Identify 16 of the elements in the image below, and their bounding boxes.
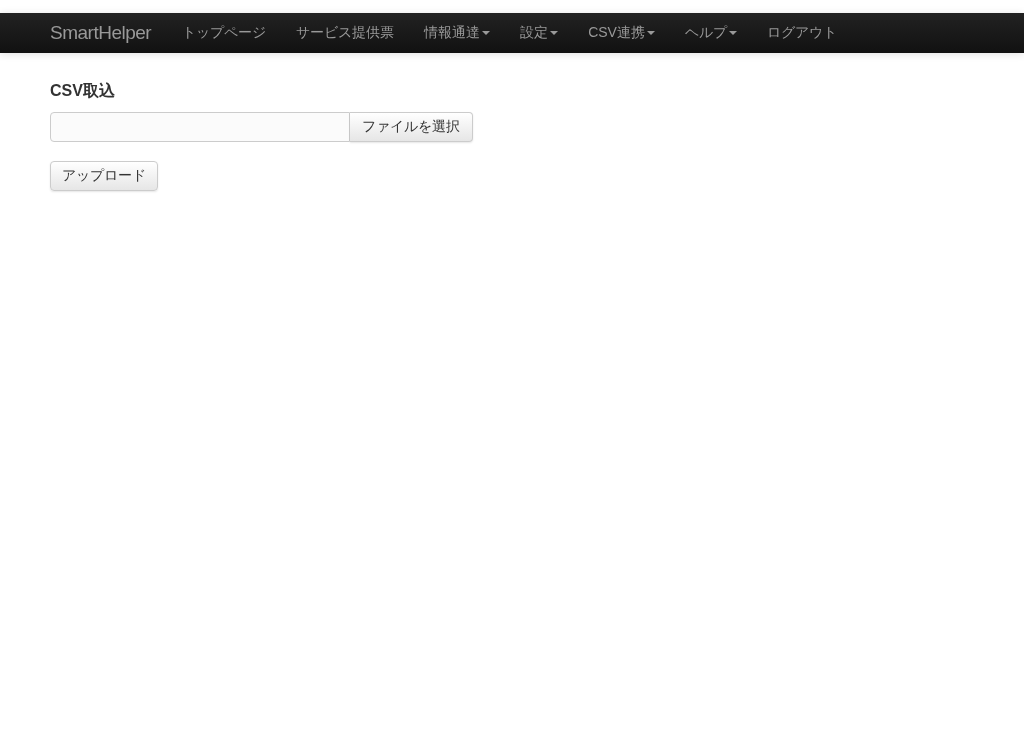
file-path-field[interactable] xyxy=(50,112,350,142)
section-heading: CSV取込 xyxy=(50,81,116,101)
caret-icon xyxy=(646,31,655,35)
nav-link[interactable]: CSV連携 xyxy=(573,24,670,42)
caret-icon xyxy=(728,31,737,35)
nav-link[interactable]: ログアウト xyxy=(751,24,852,42)
nav-link[interactable]: 情報通達 xyxy=(409,24,506,42)
choose-file-button[interactable]: ファイルを選択 xyxy=(350,112,473,142)
caret-icon xyxy=(482,31,491,35)
nav-link[interactable]: トップページ xyxy=(167,24,282,42)
nav-link[interactable]: サービス提供票 xyxy=(281,24,410,42)
caret-icon xyxy=(550,31,559,35)
upload-button[interactable]: アップロード xyxy=(50,161,158,191)
brand-link[interactable]: SmartHelper xyxy=(50,22,152,44)
nav-link[interactable]: ヘルプ xyxy=(669,24,752,42)
nav-link[interactable]: 設定 xyxy=(505,24,574,42)
